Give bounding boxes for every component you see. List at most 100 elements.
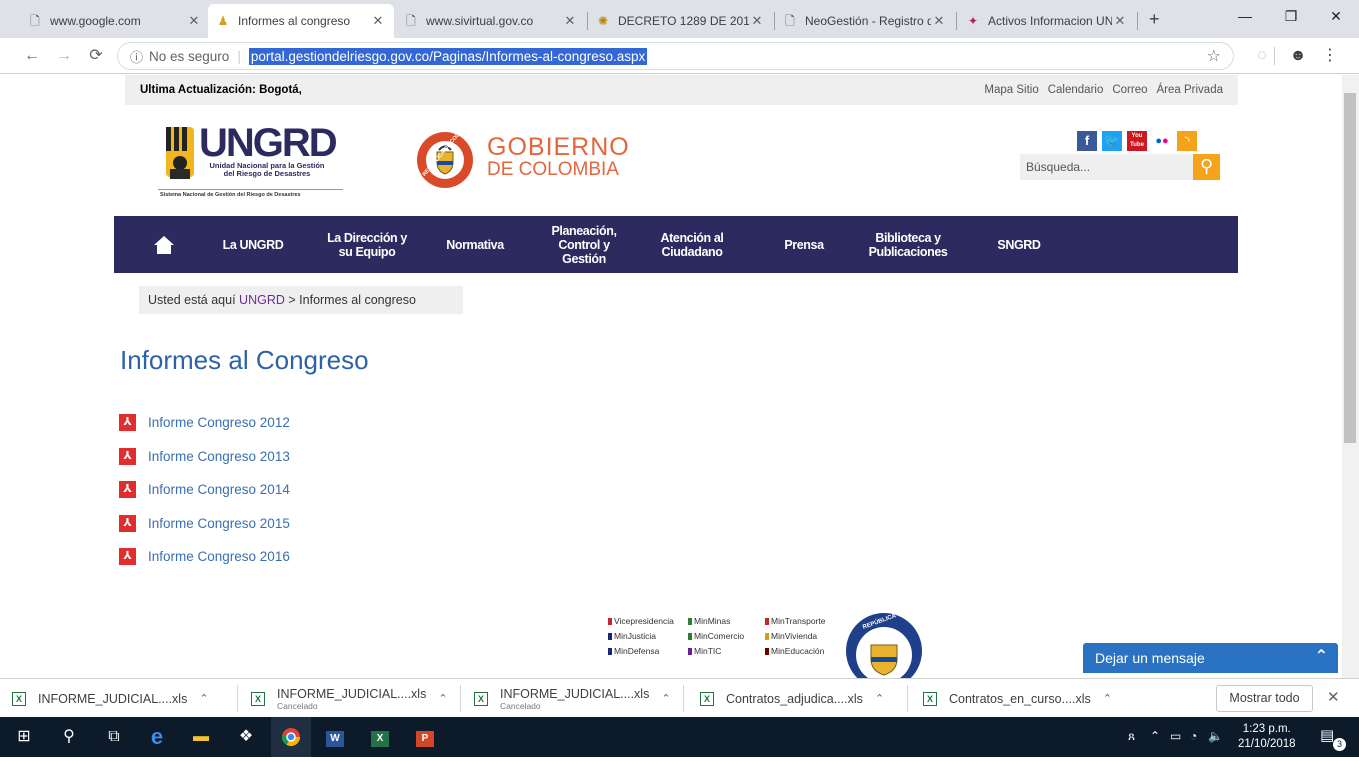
chrome-icon[interactable]: [271, 717, 311, 757]
excel-icon[interactable]: X: [360, 717, 400, 757]
chevron-up-icon[interactable]: ⌃: [199, 692, 208, 705]
document-title[interactable]: Informe Congreso 2013: [148, 449, 290, 464]
security-label[interactable]: No es seguro: [149, 49, 229, 64]
ministry-item[interactable]: Vicepresidencia: [608, 616, 674, 626]
menu-dots-icon[interactable]: ⋮: [1318, 44, 1342, 68]
download-item[interactable]: X INFORME_JUDICIAL....xls ⌃: [12, 679, 209, 718]
document-link[interactable]: ⅄ Informe Congreso 2016: [119, 547, 290, 565]
breadcrumb-link-ungrd[interactable]: UNGRD: [239, 293, 285, 307]
close-icon[interactable]: ✕: [1327, 688, 1340, 706]
youtube-icon[interactable]: You Tube: [1127, 131, 1147, 151]
close-icon[interactable]: ✕: [931, 13, 947, 29]
nav-sngrd[interactable]: SNGRD: [988, 216, 1050, 273]
battery-icon[interactable]: ▭: [1170, 729, 1181, 743]
wifi-icon[interactable]: ◔: [1190, 729, 1197, 743]
tab-activos[interactable]: ✦ Activos Informacion UN ✕: [958, 4, 1136, 38]
system-clock[interactable]: 1:23 p.m. 21/10/2018: [1238, 722, 1296, 752]
chat-label[interactable]: Dejar un mensaje: [1095, 650, 1205, 666]
close-icon[interactable]: ✕: [562, 13, 578, 29]
twitter-icon[interactable]: 🐦: [1102, 131, 1122, 151]
info-icon[interactable]: ⓘ: [130, 47, 143, 66]
tab-informes[interactable]: ♟ Informes al congreso ✕: [208, 4, 394, 38]
chat-widget[interactable]: Dejar un mensaje ⌃: [1083, 643, 1338, 673]
minimize-icon[interactable]: —: [1222, 0, 1268, 32]
dropbox-icon[interactable]: ❖: [226, 717, 266, 757]
ministry-item[interactable]: MinDefensa: [608, 646, 659, 656]
task-view-icon[interactable]: ⧉: [94, 717, 134, 757]
file-explorer-icon[interactable]: ▬: [181, 717, 221, 757]
scrollbar-thumb[interactable]: [1344, 93, 1356, 443]
ministry-item[interactable]: MinMinas: [688, 616, 730, 626]
tab-google[interactable]: 🗋 www.google.com ✕: [20, 4, 210, 38]
document-link[interactable]: ⅄ Informe Congreso 2012: [119, 413, 290, 431]
download-item[interactable]: X INFORME_JUDICIAL....xls Cancelado ⌃: [251, 679, 448, 718]
close-icon[interactable]: ✕: [1112, 13, 1128, 29]
tab-decreto[interactable]: ✺ DECRETO 1289 DE 2018 ✕: [588, 4, 773, 38]
extension-icon[interactable]: ◌: [1250, 44, 1274, 68]
people-icon[interactable]: ጸ: [1128, 729, 1135, 744]
close-icon[interactable]: ✕: [370, 13, 386, 29]
close-icon[interactable]: ✕: [749, 13, 765, 29]
gobierno-colombia-logo[interactable]: REPÚBLICA DE COLOMBIA GOBIERNO DE COLOMB…: [415, 118, 650, 190]
home-icon[interactable]: [142, 216, 186, 273]
download-item[interactable]: X Contratos_adjudica....xls ⌃: [700, 679, 884, 718]
chevron-up-icon[interactable]: ⌃: [438, 692, 447, 705]
ministry-item[interactable]: MinVivienda: [765, 631, 817, 641]
ministry-item[interactable]: MinTIC: [688, 646, 721, 656]
tab-sivirtual[interactable]: 🗋 www.sivirtual.gov.co ✕: [396, 4, 586, 38]
search-icon[interactable]: ⚲: [49, 717, 89, 757]
close-icon[interactable]: ✕: [186, 13, 202, 29]
link-area-privada[interactable]: Área Privada: [1157, 84, 1223, 96]
new-tab-button[interactable]: +: [1149, 9, 1160, 30]
forward-arrow-icon[interactable]: →: [52, 44, 76, 68]
chevron-up-icon[interactable]: ⌃: [1150, 729, 1160, 743]
nav-la-direccion[interactable]: La Dirección y su Equipo: [322, 216, 412, 273]
show-all-downloads-button[interactable]: Mostrar todo: [1216, 685, 1313, 712]
facebook-icon[interactable]: f: [1077, 131, 1097, 151]
link-calendario[interactable]: Calendario: [1048, 84, 1104, 96]
ministry-item[interactable]: MinComercio: [688, 631, 744, 641]
tab-neogestion[interactable]: 🗋 NeoGestión - Registro d ✕: [775, 4, 955, 38]
edge-icon[interactable]: e: [137, 717, 177, 757]
nav-atencion[interactable]: Atención al Ciudadano: [652, 216, 732, 273]
windows-start-icon[interactable]: ⊞: [4, 717, 44, 757]
url-text[interactable]: portal.gestiondelriesgo.gov.co/Paginas/I…: [248, 47, 648, 65]
document-link[interactable]: ⅄ Informe Congreso 2015: [119, 514, 290, 532]
chevron-up-icon[interactable]: ⌃: [875, 692, 884, 705]
flickr-icon[interactable]: ●●: [1152, 131, 1172, 151]
nav-la-ungrd[interactable]: La UNGRD: [214, 216, 292, 273]
download-item[interactable]: X Contratos_en_curso....xls ⌃: [923, 679, 1112, 718]
chevron-up-icon[interactable]: ⌃: [1103, 692, 1112, 705]
back-arrow-icon[interactable]: ←: [20, 44, 44, 68]
address-bar[interactable]: ⓘ No es seguro | portal.gestiondelriesgo…: [117, 42, 1234, 70]
document-title[interactable]: Informe Congreso 2016: [148, 549, 290, 564]
link-mapa-sitio[interactable]: Mapa Sitio: [984, 84, 1038, 96]
window-close-icon[interactable]: ✕: [1313, 0, 1359, 32]
ministry-item[interactable]: MinEducación: [765, 646, 824, 656]
document-title[interactable]: Informe Congreso 2012: [148, 415, 290, 430]
link-correo[interactable]: Correo: [1112, 84, 1147, 96]
nav-biblioteca[interactable]: Biblioteca y Publicaciones: [862, 216, 954, 273]
chevron-up-icon[interactable]: ⌃: [661, 692, 670, 705]
rss-icon[interactable]: ◝: [1177, 131, 1197, 151]
chevron-up-icon[interactable]: ⌃: [1315, 646, 1328, 666]
word-icon[interactable]: W: [315, 717, 355, 757]
notifications-icon[interactable]: ▤: [1320, 726, 1334, 744]
profile-icon[interactable]: ☻: [1286, 44, 1310, 68]
powerpoint-icon[interactable]: P: [405, 717, 445, 757]
nav-normativa[interactable]: Normativa: [436, 216, 514, 273]
reload-icon[interactable]: ⟳: [84, 44, 108, 68]
ungrd-logo[interactable]: UNGRD Unidad Nacional para la Gestión de…: [158, 123, 343, 203]
search-icon[interactable]: ⚲: [1193, 154, 1220, 180]
document-link[interactable]: ⅄ Informe Congreso 2013: [119, 447, 290, 465]
bookmark-star-icon[interactable]: ☆: [1207, 46, 1221, 66]
ministry-item[interactable]: MinJusticia: [608, 631, 656, 641]
volume-icon[interactable]: 🔈: [1208, 729, 1223, 743]
search-input[interactable]: Búsqueda... ⚲: [1020, 154, 1220, 180]
nav-prensa[interactable]: Prensa: [772, 216, 836, 273]
document-title[interactable]: Informe Congreso 2015: [148, 516, 290, 531]
ministry-item[interactable]: MinTransporte: [765, 616, 825, 626]
document-link[interactable]: ⅄ Informe Congreso 2014: [119, 480, 290, 498]
nav-planeacion[interactable]: Planeación, Control y Gestión: [544, 216, 624, 273]
document-title[interactable]: Informe Congreso 2014: [148, 482, 290, 497]
